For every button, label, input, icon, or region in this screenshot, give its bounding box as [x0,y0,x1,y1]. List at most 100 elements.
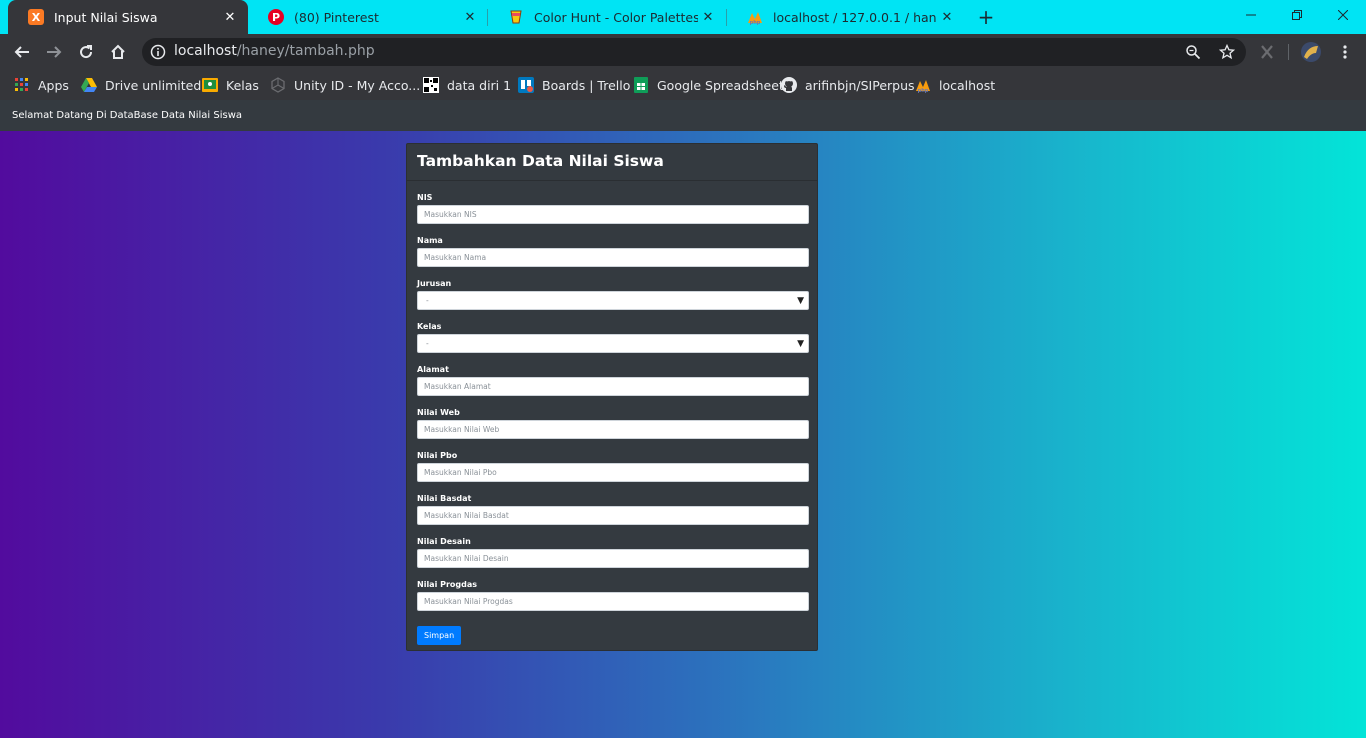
jurusan-select[interactable]: - ▼ [417,291,809,310]
bookmark-label: arifinbjn/SIPerpus [805,77,915,93]
minimize-button[interactable] [1228,0,1274,30]
nis-label: NIS [417,193,433,202]
form-group-nilai-pbo: Nilai Pbo [417,451,809,494]
trello-icon [518,77,534,93]
forward-arrow-icon [47,46,62,58]
nilai-pbo-input[interactable] [417,463,809,482]
card-title: Tambahkan Data Nilai Siswa [417,152,664,170]
card-header: Tambahkan Data Nilai Siswa [407,144,817,181]
address-bar[interactable]: localhost/haney/tambah.php [142,38,1246,66]
svg-text:php: php [918,88,929,93]
profile-avatar[interactable] [1300,41,1322,63]
nilai-web-label: Nilai Web [417,408,460,417]
bookmark-google-spreadsheet[interactable]: Google Spreadsheet [633,75,784,95]
form-group-nis: NIS [417,193,809,236]
bookmark-drive-unlimited[interactable]: Drive unlimited [81,75,201,95]
zoom-icon[interactable] [1184,43,1202,61]
sheets-icon [633,77,649,93]
url-text: localhost/haney/tambah.php [174,43,375,59]
bookmark-unity-id[interactable]: Unity ID - My Acco... [270,75,420,95]
restore-button[interactable] [1274,0,1320,30]
bookmark-localhost[interactable]: php localhost [915,75,995,95]
bookmark-apps[interactable]: Apps [14,75,69,95]
nilai-desain-input[interactable] [417,549,809,568]
close-tab-icon[interactable]: ✕ [698,7,718,27]
xampp-icon: X [28,9,44,25]
bookmark-label: Unity ID - My Acco... [294,77,421,93]
color-hunt-icon [508,9,524,25]
simpan-button[interactable]: Simpan [417,626,462,645]
jurusan-selected-value: - [426,296,429,305]
tab-title: (80) Pinterest [294,9,379,25]
bookmarks-bar: Apps Drive unlimited Kelas Unity ID - My… [0,70,1366,100]
nilai-basdat-label: Nilai Basdat [417,494,472,503]
nilai-web-input[interactable] [417,420,809,439]
nilai-basdat-input[interactable] [417,506,809,525]
form-group-jurusan: Jurusan - ▼ [417,279,809,322]
qr-code-icon [423,77,439,93]
reload-button[interactable] [74,40,98,64]
home-icon [111,44,125,59]
nilai-progdas-label: Nilai Progdas [417,580,478,589]
url-path: /haney/tambah.php [236,43,375,59]
close-tab-icon[interactable]: ✕ [937,7,957,27]
form-group-nilai-basdat: Nilai Basdat [417,494,809,537]
bookmark-kelas[interactable]: Kelas [202,75,259,95]
new-tab-button[interactable]: + [976,7,996,27]
kelas-selected-value: - [426,339,429,348]
github-icon [781,77,797,93]
close-tab-icon[interactable]: ✕ [460,7,480,27]
tab-input-nilai-siswa[interactable]: X Input Nilai Siswa ✕ [8,0,248,34]
navbar-brand[interactable]: Selamat Datang Di DataBase Data Nilai Si… [12,110,242,121]
jurusan-label: Jurusan [417,279,452,288]
info-icon[interactable] [150,44,166,60]
bookmark-label: Boards | Trello [542,77,631,93]
kelas-select[interactable]: - ▼ [417,334,809,353]
svg-text:X: X [32,11,41,24]
url-host: localhost [174,43,237,59]
dropdown-caret-icon: ▼ [797,339,804,349]
kelas-label: Kelas [417,322,442,331]
bookmark-label: localhost [939,77,996,93]
nama-label: Nama [417,236,443,245]
tab-strip: X Input Nilai Siswa ✕ P (80) Pinterest ✕… [0,0,1366,34]
alamat-label: Alamat [417,365,449,374]
bookmark-trello[interactable]: Boards | Trello [518,75,630,95]
svg-text:P: P [272,11,280,24]
nis-input[interactable] [417,205,809,224]
bookmark-data-diri[interactable]: data diri 1 [423,75,511,95]
form-group-nama: Nama [417,236,809,279]
extension-x-icon[interactable] [1256,41,1278,63]
nilai-progdas-input[interactable] [417,592,809,611]
unity-icon [270,77,286,93]
form-card: Tambahkan Data Nilai Siswa NIS Nama Juru… [406,143,818,651]
menu-kebab-icon[interactable] [1334,41,1356,63]
phpmyadmin-icon: php [915,77,931,93]
nilai-desain-label: Nilai Desain [417,537,471,546]
classroom-icon [202,77,218,93]
close-window-button[interactable] [1320,0,1366,30]
form-group-nilai-desain: Nilai Desain [417,537,809,580]
back-button[interactable] [10,40,34,64]
toolbar-separator [1288,44,1289,60]
form-body: NIS Nama Jurusan - ▼ Kelas - ▼ [407,181,817,645]
dropdown-caret-icon: ▼ [797,296,804,306]
alamat-input[interactable] [417,377,809,396]
bookmark-siperpus[interactable]: arifinbjn/SIPerpus [781,75,915,95]
tab-title: localhost / 127.0.0.1 / haney / sis [773,9,937,25]
tab-pinterest[interactable]: P (80) Pinterest ✕ [248,0,488,34]
nama-input[interactable] [417,248,809,267]
tab-phpmyadmin[interactable]: php localhost / 127.0.0.1 / haney / sis … [727,0,965,34]
tab-color-hunt[interactable]: Color Hunt - Color Palettes for De ✕ [488,0,726,34]
site-navbar: Selamat Datang Di DataBase Data Nilai Si… [0,100,1366,131]
forward-button[interactable] [42,40,66,64]
close-tab-icon[interactable]: ✕ [220,7,240,27]
home-button[interactable] [106,40,130,64]
apps-grid-icon [14,77,30,93]
bookmark-star-icon[interactable] [1218,43,1236,61]
tab-title: Color Hunt - Color Palettes for De [534,9,698,25]
form-group-alamat: Alamat [417,365,809,408]
form-group-kelas: Kelas - ▼ [417,322,809,365]
nilai-pbo-label: Nilai Pbo [417,451,458,460]
bookmark-label: Drive unlimited [105,77,202,93]
